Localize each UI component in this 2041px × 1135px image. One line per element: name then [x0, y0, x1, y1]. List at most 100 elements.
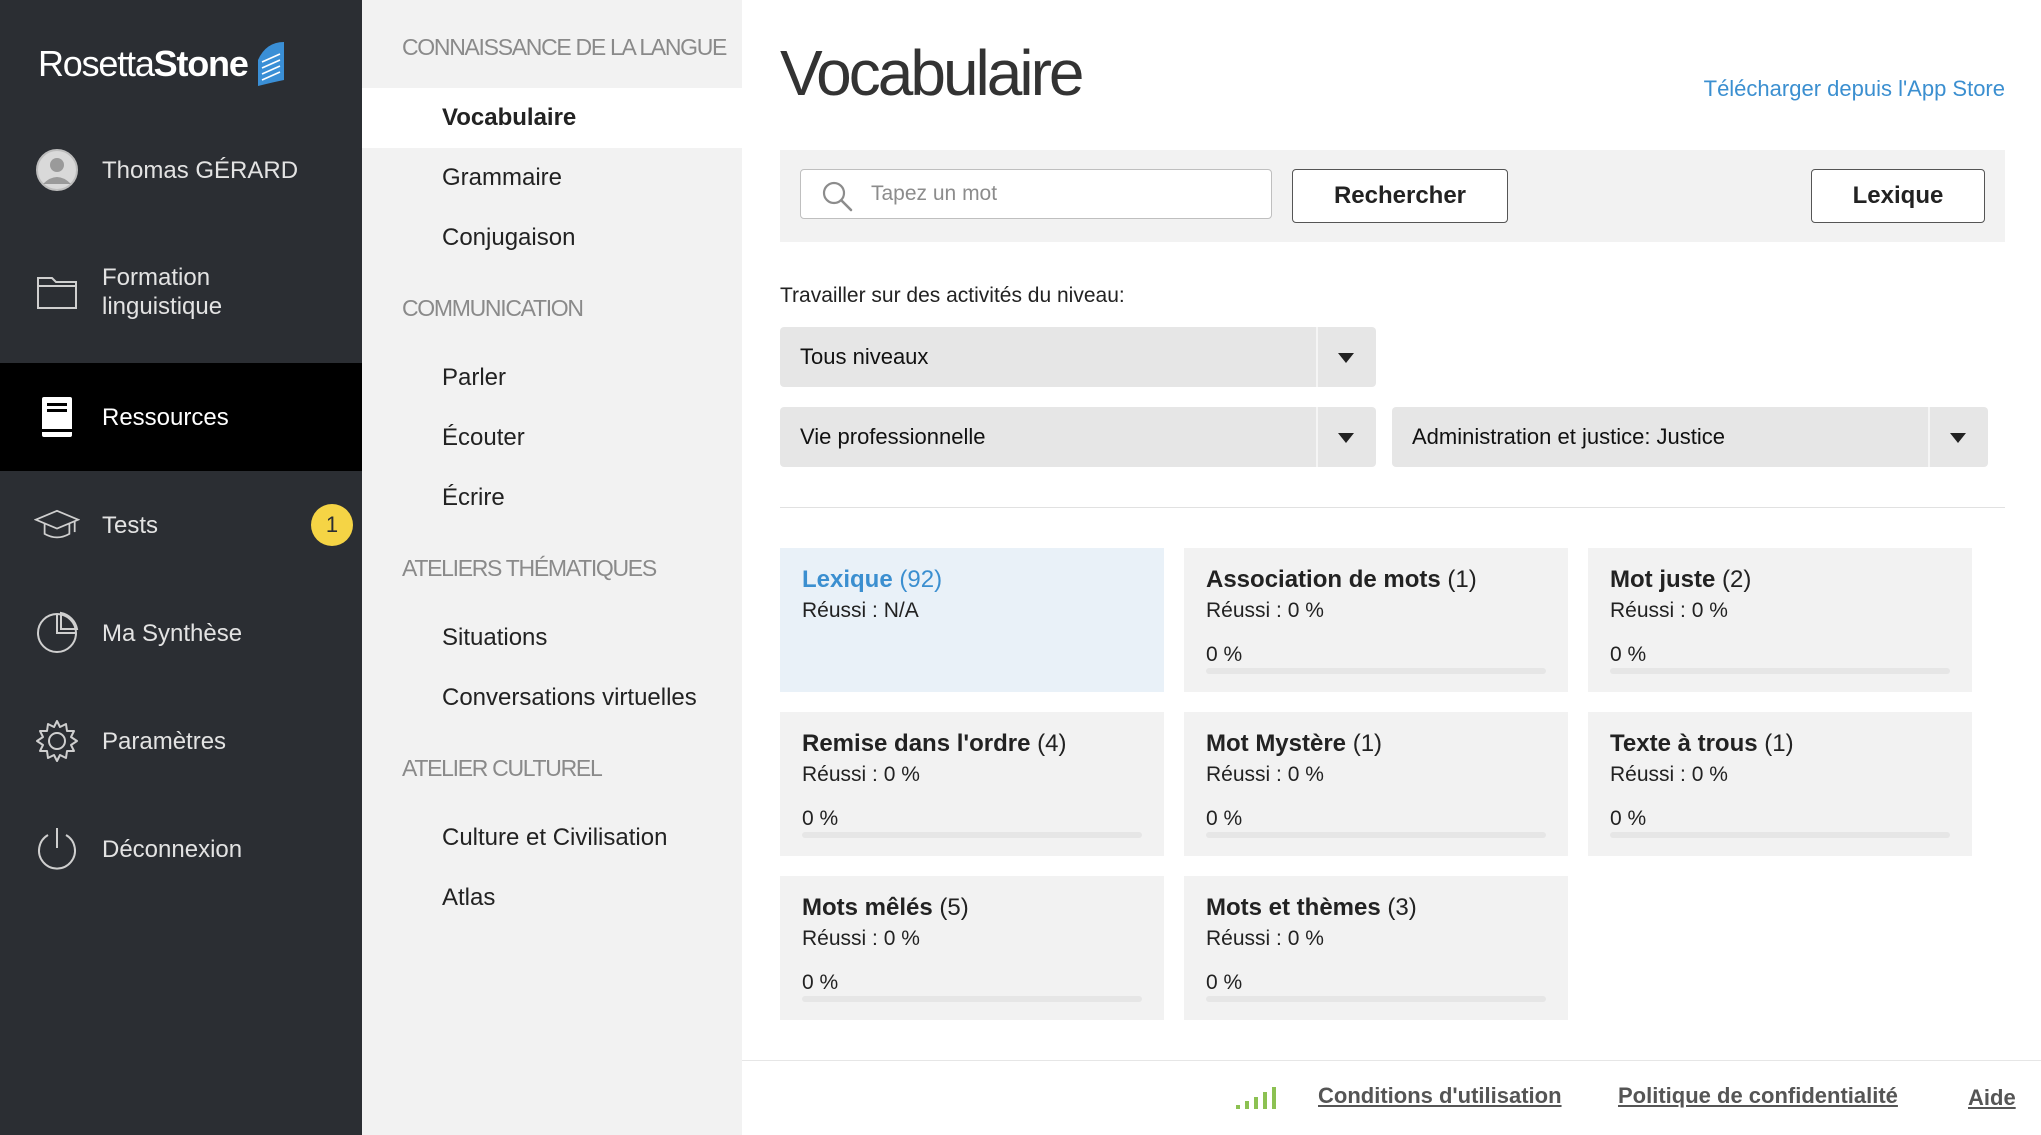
activity-card-title: Remise dans l'ordre (4) — [802, 730, 1066, 758]
activity-count: (3) — [1387, 894, 1417, 921]
graduation-cap-icon — [34, 502, 80, 548]
progress-bar — [1610, 832, 1950, 838]
activity-name: Lexique — [802, 566, 893, 593]
activity-count: (1) — [1764, 730, 1794, 757]
submenu-item-atlas[interactable]: Atlas — [362, 868, 742, 928]
activity-success: Réussi : 0 % — [1206, 599, 1324, 622]
sidebar-item-parametres[interactable]: Paramètres — [0, 711, 362, 771]
progress-bar — [802, 832, 1142, 838]
submenu-item-grammaire[interactable]: Grammaire — [362, 148, 742, 208]
activity-card-title: Texte à trous (1) — [1610, 730, 1794, 758]
select-separator — [1928, 407, 1930, 467]
activity-percent: 0 % — [1610, 807, 1647, 830]
activity-count: (1) — [1352, 730, 1383, 757]
select-separator — [1316, 407, 1318, 467]
activity-count: (1) — [1447, 566, 1477, 593]
search-field[interactable] — [800, 169, 1272, 219]
activity-card-title: Mots et thèmes (3) — [1206, 894, 1417, 922]
lexique-button[interactable]: Lexique — [1811, 169, 1985, 223]
activity-count: (92) — [899, 566, 943, 593]
progress-bar — [1206, 668, 1546, 674]
activity-card[interactable]: Mot Mystère (1) Réussi : 0 % 0 % — [1184, 712, 1568, 856]
sidebar-item-formation[interactable]: Formation linguistique — [0, 252, 362, 332]
submenu-item-conversations[interactable]: Conversations virtuelles — [362, 668, 742, 728]
section-heading-ateliers: ATELIERS THÉMATIQUES — [402, 555, 657, 581]
activity-count: (4) — [1037, 730, 1067, 757]
submenu-item-parler[interactable]: Parler — [362, 348, 742, 408]
dropdown-arrow-icon — [1338, 433, 1354, 443]
activity-success: Réussi : 0 % — [1610, 599, 1728, 622]
search-input[interactable] — [871, 170, 1261, 217]
activity-name: Texte à trous — [1610, 730, 1758, 757]
sidebar-item-ressources[interactable]: Ressources — [0, 363, 362, 471]
tests-badge: 1 — [311, 504, 353, 546]
submenu-item-situations[interactable]: Situations — [362, 608, 742, 668]
activity-card[interactable]: Mots et thèmes (3) Réussi : 0 % 0 % — [1184, 876, 1568, 1020]
submenu-item-culture[interactable]: Culture et Civilisation — [362, 808, 742, 868]
submenu-item-conjugaison[interactable]: Conjugaison — [362, 208, 742, 268]
theme-select[interactable]: Vie professionnelle — [780, 407, 1376, 467]
progress-bar — [1206, 996, 1546, 1002]
level-select[interactable]: Tous niveaux — [780, 327, 1376, 387]
theme-select-value: Vie professionnelle — [800, 424, 986, 449]
dropdown-arrow-icon — [1338, 353, 1354, 363]
user-profile[interactable]: Thomas GÉRARD — [0, 140, 362, 200]
level-select-value: Tous niveaux — [800, 344, 929, 369]
resources-submenu: CONNAISSANCE DE LA LANGUE Vocabulaire Gr… — [362, 0, 742, 1135]
footer: Conditions d'utilisation Politique de co… — [742, 1060, 2041, 1135]
activity-name: Mots et thèmes — [1206, 894, 1381, 921]
activity-percent: 0 % — [1206, 971, 1243, 994]
sidebar-item-tests[interactable]: Tests 1 — [0, 495, 362, 555]
activity-card[interactable]: Remise dans l'ordre (4) Réussi : 0 % 0 % — [780, 712, 1164, 856]
sidebar-item-label: Ma Synthèse — [102, 619, 243, 647]
divider — [780, 507, 2005, 508]
sidebar-item-label: Tests — [102, 511, 159, 539]
terms-link[interactable]: Conditions d'utilisation — [1318, 1083, 1562, 1109]
activity-percent: 0 % — [802, 971, 839, 994]
activity-card[interactable]: Texte à trous (1) Réussi : 0 % 0 % — [1588, 712, 1972, 856]
activity-name: Mot Mystère — [1206, 730, 1347, 757]
activity-card[interactable]: Mots mêlés (5) Réussi : 0 % 0 % — [780, 876, 1164, 1020]
sidebar-item-label: Ressources — [102, 403, 229, 431]
privacy-link[interactable]: Politique de confidentialité — [1618, 1083, 1898, 1109]
logo-text: RosettaStone — [38, 43, 249, 84]
submenu-item-vocabulaire[interactable]: Vocabulaire — [362, 88, 742, 148]
activity-name: Association de mots — [1206, 566, 1441, 593]
signal-strength-icon — [1236, 1087, 1276, 1109]
page-title: Vocabulaire — [780, 37, 1084, 109]
activity-card-title: Lexique (92) — [802, 566, 942, 594]
subtheme-select-value: Administration et justice: Justice — [1412, 424, 1726, 449]
rosetta-stone-mark-icon — [257, 42, 284, 86]
progress-bar — [1206, 832, 1546, 838]
sidebar-item-label: Paramètres — [102, 727, 227, 755]
activity-name: Remise dans l'ordre — [802, 730, 1031, 757]
sidebar-item-deconnexion[interactable]: Déconnexion — [0, 819, 362, 879]
subtheme-select[interactable]: Administration et justice: Justice — [1392, 407, 1988, 467]
search-bar: Rechercher Lexique — [780, 150, 2005, 242]
rosetta-stone-logo[interactable]: RosettaStone — [38, 34, 288, 94]
submenu-item-ecouter[interactable]: Écouter — [362, 408, 742, 468]
activity-percent: 0 % — [1206, 643, 1243, 666]
activity-success: Réussi : 0 % — [1610, 763, 1728, 786]
activity-name: Mots mêlés — [802, 894, 933, 921]
gear-icon — [34, 718, 80, 764]
activity-card[interactable]: Lexique (92) Réussi : N/A — [780, 548, 1164, 692]
submenu-item-ecrire[interactable]: Écrire — [362, 468, 742, 528]
activity-percent: 0 % — [1206, 807, 1243, 830]
search-icon — [822, 181, 853, 212]
help-link[interactable]: Aide — [1968, 1085, 2016, 1111]
activity-success: Réussi : 0 % — [1206, 763, 1324, 786]
section-heading-langue: CONNAISSANCE DE LA LANGUE — [402, 34, 727, 60]
app-store-link[interactable]: Télécharger depuis l'App Store — [1704, 76, 2005, 102]
activity-card[interactable]: Association de mots (1) Réussi : 0 % 0 % — [1184, 548, 1568, 692]
sidebar-item-synthese[interactable]: Ma Synthèse — [0, 603, 362, 663]
dropdown-arrow-icon — [1950, 433, 1966, 443]
activity-count: (5) — [939, 894, 969, 921]
activity-card-title: Mot Mystère (1) — [1206, 730, 1382, 758]
activity-percent: 0 % — [1610, 643, 1647, 666]
folder-icon — [34, 269, 80, 315]
sidebar: RosettaStone Thomas GÉRARD Formation lin… — [0, 0, 362, 1135]
activity-name: Mot juste — [1610, 566, 1716, 593]
activity-card[interactable]: Mot juste (2) Réussi : 0 % 0 % — [1588, 548, 1972, 692]
search-button[interactable]: Rechercher — [1292, 169, 1508, 223]
